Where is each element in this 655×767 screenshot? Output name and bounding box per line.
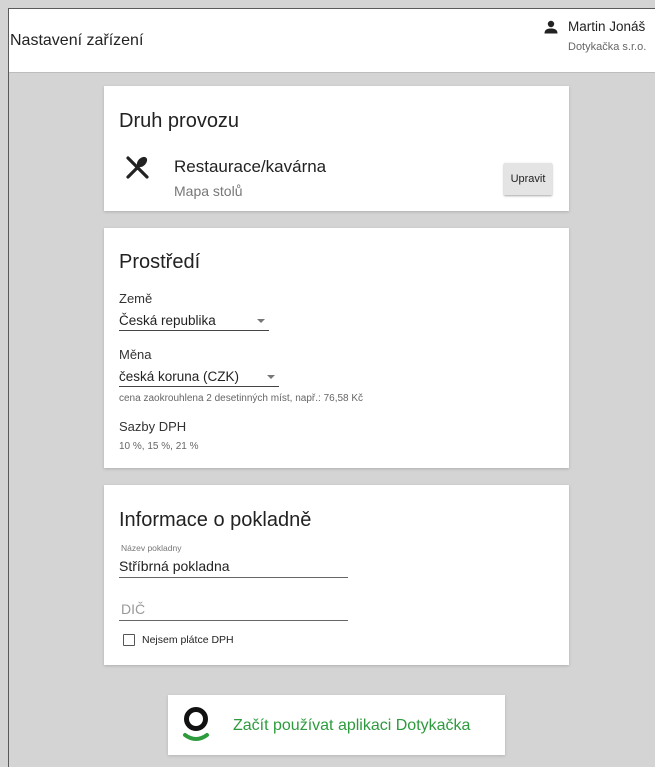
user-info[interactable]: Martin Jonáš Dotykačka s.r.o. <box>544 18 655 55</box>
dotykacka-logo-icon <box>183 707 209 741</box>
page-title: Nastavení zařízení <box>10 32 144 49</box>
edit-button[interactable]: Upravit <box>504 163 552 195</box>
currency-value: česká koruna (CZK) <box>119 369 240 384</box>
dic-field[interactable]: DIČ <box>119 599 348 621</box>
cutlery-icon <box>126 156 149 179</box>
operation-card: Druh provozu Restaurace/kavárna Mapa sto… <box>104 86 569 211</box>
company-name: Dotykačka s.r.o. <box>568 41 647 53</box>
register-name-label: Název pokladny <box>121 543 182 553</box>
register-card: Informace o pokladně Název pokladny Stří… <box>104 485 569 665</box>
start-app-button[interactable]: Začít používat aplikaci Dotykačka <box>168 695 505 755</box>
environment-card-title: Prostředí <box>119 251 201 273</box>
operation-subtype: Mapa stolů <box>174 183 243 199</box>
environment-card: Prostředí Země Česká republika Měna česk… <box>104 228 569 468</box>
app-frame: Nastavení zařízení Martin Jonáš Dotykačk… <box>8 8 655 767</box>
operation-type: Restaurace/kavárna <box>174 157 327 176</box>
chevron-down-icon <box>267 375 275 379</box>
currency-label: Měna <box>119 347 152 362</box>
currency-hint: cena zaokrouhlena 2 desetinných míst, na… <box>119 393 364 404</box>
country-value: Česká republika <box>119 313 216 328</box>
register-name-field[interactable]: Stříbrná pokladna <box>119 556 348 578</box>
not-vat-payer-checkbox-row[interactable]: Nejsem plátce DPH <box>123 634 234 646</box>
register-card-title: Informace o pokladně <box>119 509 312 531</box>
dic-placeholder: DIČ <box>121 601 146 617</box>
vat-label: Sazby DPH <box>119 419 187 434</box>
not-vat-payer-checkbox[interactable] <box>123 634 135 646</box>
not-vat-payer-label: Nejsem plátce DPH <box>142 634 234 646</box>
operation-card-title: Druh provozu <box>119 110 240 132</box>
top-bar: Nastavení zařízení Martin Jonáš Dotykačk… <box>9 9 655 73</box>
chevron-down-icon <box>257 319 265 323</box>
currency-select[interactable]: česká koruna (CZK) <box>119 367 279 387</box>
vat-rates: 10 %, 15 %, 21 % <box>119 441 199 452</box>
register-name-value: Stříbrná pokladna <box>119 558 230 574</box>
country-label: Země <box>119 291 153 306</box>
person-icon <box>544 20 558 34</box>
user-name: Martin Jonáš <box>568 19 646 34</box>
start-app-label: Začít používat aplikaci Dotykačka <box>233 717 471 734</box>
country-select[interactable]: Česká republika <box>119 311 269 331</box>
